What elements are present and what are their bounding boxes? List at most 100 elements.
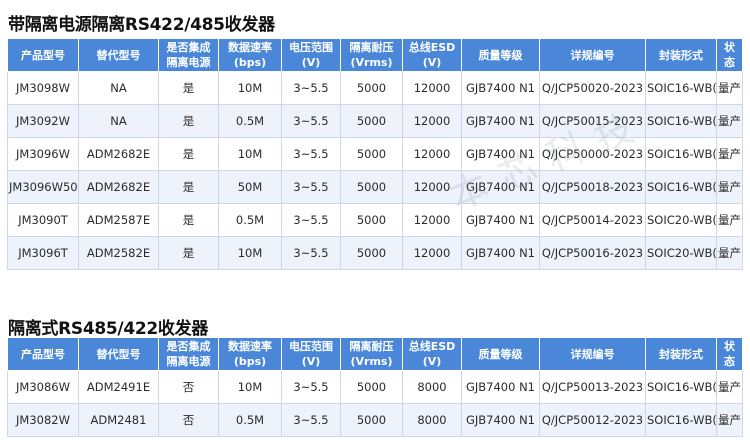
cell-spec-number: Q/JCP50016-2023 [539,236,646,270]
cell-replacement-model: NA [78,71,159,105]
header-text: 质量等级 [478,48,523,62]
header-text: 隔离耐压 [349,41,394,54]
header-status: 状态 [716,337,743,371]
cell-replacement-model: ADM2587E [78,203,159,237]
cell-voltage-range: 3~5.5 [281,370,341,404]
table-row: JM3092W NA 是 0.5M 3~5.5 5000 12000 GJB7400 N1 Q/… [7,104,743,138]
header-replacement-model: 替代型号 [78,337,159,371]
cell-status: 量产 [716,203,743,237]
cell-isolation-voltage: 5000 [340,236,403,270]
cell-quality-grade: GJB7400 N1 [461,170,540,204]
header-text: 状态 [724,41,735,69]
cell-replacement-model: NA [78,104,159,138]
header-text: 替代型号 [96,48,141,62]
spec-table-isolated-transceiver: 产品型号 替代型号 是否集成 隔离电源 数据速率 (bps) 电压范围 (V) 隔离耐压 (Vrm… [7,337,743,437]
header-text: 产品型号 [21,347,65,361]
cell-bus-esd: 12000 [402,203,462,237]
cell-bus-esd: 12000 [402,137,462,171]
cell-replacement-model: ADM2682E [78,170,159,204]
cell-quality-grade: GJB7400 N1 [461,104,540,138]
cell-replacement-model: ADM2582E [78,236,159,270]
cell-isolation-voltage: 5000 [340,137,403,171]
header-quality-grade: 质量等级 [461,337,540,371]
cell-integrated-power: 是 [158,203,219,237]
header-text: 是否集成 [166,41,211,54]
header-product-model: 产品型号 [7,337,79,371]
table-header-row: 产品型号 替代型号 是否集成 隔离电源 数据速率 (bps) 电压范围 (V) 隔离耐压 (Vrm… [7,337,743,371]
cell-product-model: JM3082W [7,403,79,437]
cell-product-model: JM3092W [7,104,79,138]
header-text: 总线ESD [408,41,456,54]
header-status: 状态 [716,38,743,72]
header-text: 数据速率 [228,41,272,54]
header-text: 替代型号 [96,347,141,361]
cell-status: 量产 [716,170,743,204]
header-replacement-model: 替代型号 [78,38,159,72]
cell-bus-esd: 8000 [402,403,462,437]
cell-package: SOIC20-WB(T) [645,203,717,237]
cell-integrated-power: 是 [158,170,219,204]
cell-package: SOIC16-WB(W) [645,170,717,204]
cell-integrated-power: 否 [158,370,219,404]
table-row: JM3090T ADM2587E 是 0.5M 3~5.5 5000 12000 GJB740… [7,203,743,237]
section-title-isolated-transceiver: 隔离式RS485/422收发器 [8,319,209,339]
cell-quality-grade: GJB7400 N1 [461,71,540,105]
header-data-rate: 数据速率 (bps) [218,38,282,72]
cell-quality-grade: GJB7400 N1 [461,203,540,237]
table-row: JM3082W ADM2481 否 0.5M 3~5.5 5000 8000 GJB7400 … [7,403,743,437]
cell-integrated-power: 是 [158,236,219,270]
cell-status: 量产 [716,370,743,404]
cell-product-model: JM3090T [7,203,79,237]
header-spec-number: 详规编号 [539,38,646,72]
header-isolation-voltage: 隔离耐压 (Vrms) [340,38,403,72]
cell-product-model: JM3098W [7,71,79,105]
cell-product-model: JM3086W [7,370,79,404]
header-text: (bps) [233,355,267,368]
cell-data-rate: 10M [218,236,282,270]
cell-data-rate: 50M [218,170,282,204]
cell-data-rate: 10M [218,137,282,171]
cell-integrated-power: 是 [158,104,219,138]
cell-status: 量产 [716,403,743,437]
cell-package: SOIC16-WB(W) [645,71,717,105]
table-row: JM3096T ADM2582E 是 10M 3~5.5 5000 12000 GJB7400… [7,236,743,270]
table-row: JM3098W NA 是 10M 3~5.5 5000 12000 GJB7400 N1 Q/J… [7,71,743,105]
header-data-rate: 数据速率 (bps) [218,337,282,371]
header-text: (bps) [233,56,267,69]
table-row: JM3096W ADM2682E 是 10M 3~5.5 5000 12000 GJB7400… [7,137,743,171]
cell-quality-grade: GJB7400 N1 [461,370,540,404]
header-text: 质量等级 [478,347,523,361]
cell-spec-number: Q/JCP50015-2023 [539,104,646,138]
header-text: 封装形式 [659,347,703,361]
cell-spec-number: Q/JCP50018-2023 [539,170,646,204]
cell-data-rate: 10M [218,71,282,105]
header-text: 是否集成 [166,340,211,353]
header-bus-esd: 总线ESD (V) [402,337,462,371]
header-text: 电压范围 [289,340,333,353]
header-voltage-range: 电压范围 (V) [281,38,341,72]
cell-product-model: JM3096W50 [7,170,79,204]
cell-replacement-model: ADM2682E [78,137,159,171]
header-text: (Vrms) [350,355,393,368]
header-text: (Vrms) [350,56,393,69]
cell-spec-number: Q/JCP50000-2023 [539,137,646,171]
cell-data-rate: 0.5M [218,403,282,437]
cell-quality-grade: GJB7400 N1 [461,403,540,437]
cell-bus-esd: 12000 [402,104,462,138]
cell-bus-esd: 12000 [402,236,462,270]
cell-status: 量产 [716,236,743,270]
cell-integrated-power: 是 [158,137,219,171]
header-text: 封装形式 [659,48,703,62]
cell-package: SOIC16-WB(W) [645,104,717,138]
cell-spec-number: Q/JCP50014-2023 [539,203,646,237]
header-text: 详规编号 [570,347,615,361]
cell-isolation-voltage: 5000 [340,403,403,437]
cell-data-rate: 0.5M [218,203,282,237]
cell-bus-esd: 12000 [402,71,462,105]
cell-quality-grade: GJB7400 N1 [461,137,540,171]
header-text: 电压范围 [289,41,333,54]
cell-status: 量产 [716,71,743,105]
cell-spec-number: Q/JCP50020-2023 [539,71,646,105]
table-header-row: 产品型号 替代型号 是否集成 隔离电源 数据速率 (bps) 电压范围 (V) 隔离耐压 (Vrm… [7,38,743,72]
spec-table-isolated-power: 产品型号 替代型号 是否集成 隔离电源 数据速率 (bps) 电压范围 (V) 隔离耐压 (Vrm… [7,38,743,270]
